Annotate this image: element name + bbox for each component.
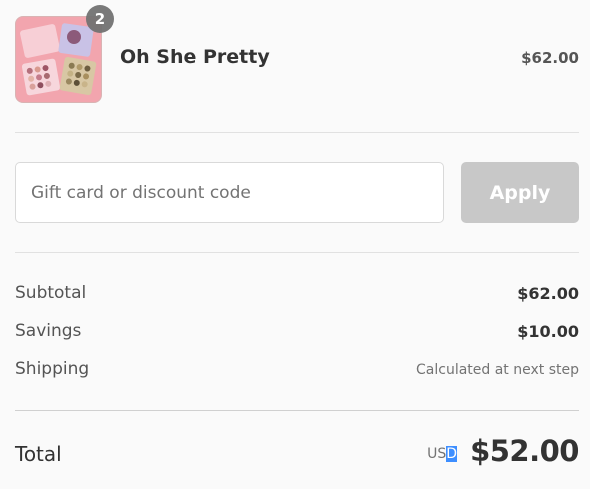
apply-discount-button[interactable]: Apply [461, 162, 579, 223]
currency-code-prefix: US [427, 446, 447, 462]
subtotal-value: $62.00 [517, 284, 579, 303]
subtotal-row: Subtotal $62.00 [15, 283, 579, 307]
savings-value: $10.00 [517, 322, 579, 341]
eyeshadow-palette-image [16, 17, 101, 102]
currency-code-selected-text: D [446, 446, 458, 462]
product-name: Oh She Pretty [120, 46, 270, 68]
total-value: USD $52.00 [427, 434, 579, 476]
shipping-value: Calculated at next step [416, 362, 579, 378]
discount-code-input[interactable] [15, 162, 444, 223]
currency-code[interactable]: USD [427, 446, 458, 462]
quantity-badge: 2 [86, 5, 114, 33]
order-line-item: 2 Oh She Pretty $62.00 [15, 5, 579, 103]
divider [15, 132, 579, 133]
savings-row: Savings $10.00 [15, 321, 579, 345]
shipping-row: Shipping Calculated at next step [15, 359, 579, 383]
subtotal-label: Subtotal [15, 283, 87, 303]
divider [15, 252, 579, 253]
total-amount: $52.00 [470, 434, 579, 468]
shipping-label: Shipping [15, 359, 90, 379]
total-divider [15, 410, 579, 411]
product-thumbnail: 2 [15, 5, 114, 103]
product-price: $62.00 [521, 49, 579, 67]
savings-label: Savings [15, 321, 82, 341]
total-label: Total [15, 442, 62, 466]
